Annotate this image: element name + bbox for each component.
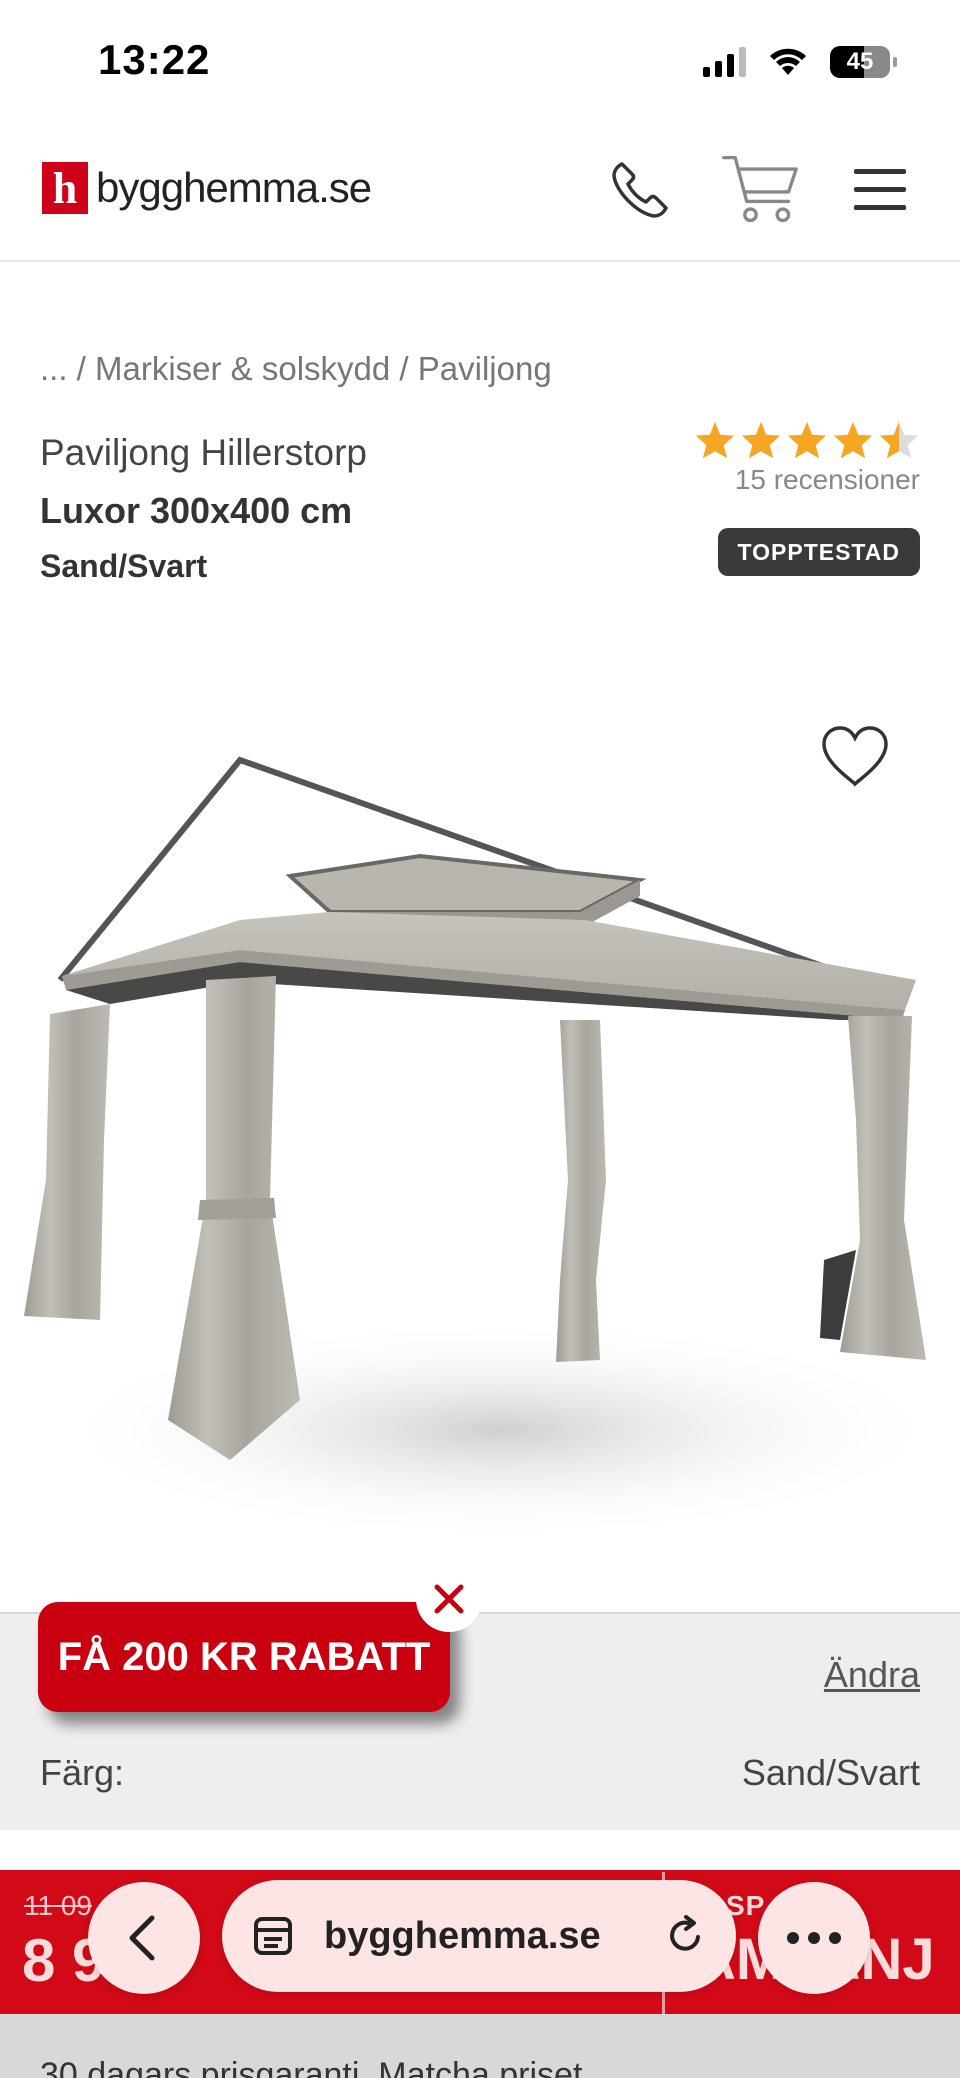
old-price: 11 09: [24, 1890, 92, 1921]
close-promo-button[interactable]: [416, 1566, 482, 1632]
product-model: Luxor 300x400 cm: [40, 490, 353, 531]
review-count[interactable]: 15 recensioner: [694, 464, 920, 496]
star-icon: [833, 421, 873, 459]
wishlist-heart-icon[interactable]: [820, 724, 890, 790]
wifi-icon: [770, 48, 806, 75]
product-image[interactable]: [0, 620, 960, 1610]
change-option-link[interactable]: Ändra: [824, 1654, 920, 1696]
price-guarantee-text: 30 dagars prisgaranti. Matcha priset: [40, 2056, 583, 2078]
battery-icon: 45: [830, 46, 897, 78]
star-icon: [741, 421, 781, 459]
tab-layout-icon: [254, 1917, 292, 1955]
menu-icon[interactable]: [840, 150, 920, 230]
logo-mark: h: [42, 162, 88, 214]
address-bar[interactable]: bygghemma.se: [222, 1880, 736, 1992]
discount-promo-button[interactable]: FÅ 200 KR RABATT: [38, 1602, 450, 1712]
site-logo[interactable]: h bygghemma.se: [42, 162, 372, 214]
header-actions: [600, 150, 920, 230]
color-label: Färg:: [40, 1752, 125, 1793]
product-rating[interactable]: 15 recensioner: [694, 420, 920, 496]
phone-icon[interactable]: [600, 150, 680, 230]
url-text: bygghemma.se: [324, 1914, 601, 1957]
status-icons: 45: [703, 46, 897, 78]
battery-level: 45: [846, 48, 874, 75]
star-icon: [787, 421, 827, 459]
cellular-signal-icon: [703, 47, 746, 77]
reload-icon[interactable]: [664, 1915, 706, 1957]
product-brand: Paviljong Hillerstorp: [40, 432, 367, 473]
ellipsis-icon: [787, 1932, 841, 1944]
chevron-left-icon: [129, 1915, 155, 1961]
status-time: 13:22: [98, 36, 211, 83]
cart-icon[interactable]: [720, 150, 800, 230]
site-header: h bygghemma.se: [0, 120, 960, 262]
back-button[interactable]: [88, 1882, 200, 1994]
product-variant: Sand/Svart: [40, 548, 208, 584]
star-icon: [695, 421, 735, 459]
top-tested-badge: TOPPTESTAD: [717, 528, 920, 576]
breadcrumb[interactable]: ... / Markiser & solskydd / Paviljong: [40, 350, 552, 388]
status-bar: 13:22 45: [0, 0, 960, 120]
close-icon: [434, 1584, 464, 1614]
more-options-button[interactable]: [758, 1882, 870, 1994]
rating-stars: [694, 420, 920, 460]
color-value: Sand/Svart: [741, 1752, 920, 1793]
logo-text: bygghemma.se: [96, 164, 372, 211]
price-guarantee-strip: 30 dagars prisgaranti. Matcha priset: [0, 2014, 960, 2078]
half-star-icon: [879, 421, 919, 459]
